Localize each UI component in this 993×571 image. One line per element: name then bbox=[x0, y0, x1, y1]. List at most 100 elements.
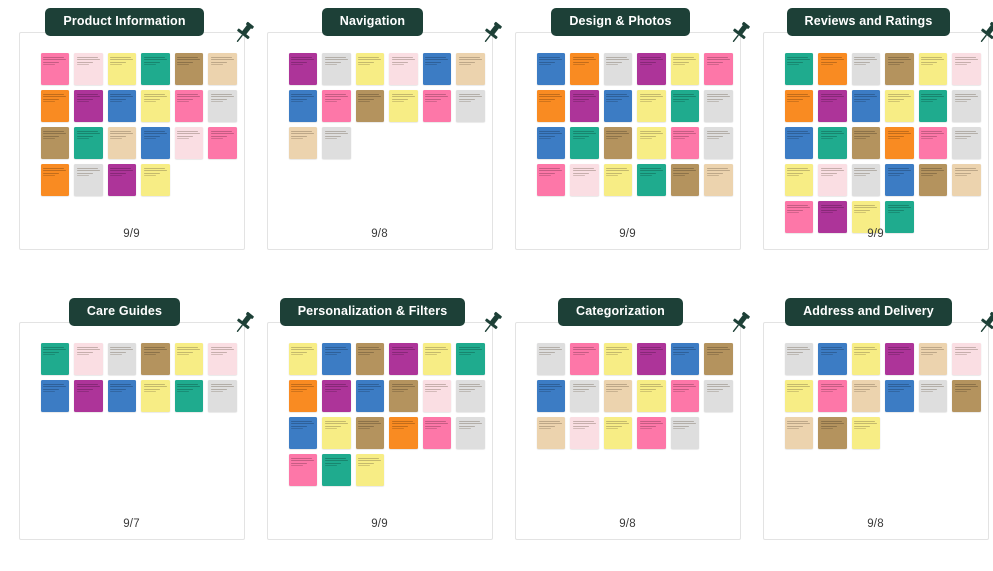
cluster-title-pill[interactable]: Design & Photos bbox=[551, 8, 690, 36]
sticky-note[interactable] bbox=[355, 53, 384, 85]
sticky-note[interactable] bbox=[885, 343, 914, 375]
sticky-note[interactable] bbox=[603, 343, 632, 375]
cluster-card[interactable]: 9/8 bbox=[762, 322, 989, 540]
sticky-note[interactable] bbox=[637, 343, 666, 375]
sticky-note[interactable] bbox=[570, 53, 599, 85]
sticky-note[interactable] bbox=[40, 90, 69, 122]
sticky-note[interactable] bbox=[637, 53, 666, 85]
sticky-note[interactable] bbox=[818, 127, 847, 159]
sticky-note[interactable] bbox=[389, 90, 418, 122]
sticky-note[interactable] bbox=[704, 380, 733, 412]
sticky-note[interactable] bbox=[603, 90, 632, 122]
sticky-note[interactable] bbox=[40, 53, 69, 85]
sticky-note[interactable] bbox=[174, 53, 203, 85]
sticky-note[interactable] bbox=[288, 454, 317, 486]
sticky-note[interactable] bbox=[818, 343, 847, 375]
sticky-note[interactable] bbox=[851, 343, 880, 375]
cluster-title-pill[interactable]: Categorization bbox=[558, 298, 683, 326]
cluster-card[interactable]: 9/9 bbox=[266, 322, 493, 540]
sticky-note[interactable] bbox=[355, 380, 384, 412]
sticky-note[interactable] bbox=[74, 53, 103, 85]
sticky-note[interactable] bbox=[40, 380, 69, 412]
cluster-title-pill[interactable]: Address and Delivery bbox=[785, 298, 952, 326]
cluster-card[interactable]: 9/9 bbox=[18, 32, 245, 250]
sticky-note[interactable] bbox=[603, 380, 632, 412]
sticky-note[interactable] bbox=[818, 53, 847, 85]
sticky-note[interactable] bbox=[603, 417, 632, 449]
sticky-note[interactable] bbox=[322, 343, 351, 375]
sticky-note[interactable] bbox=[851, 380, 880, 412]
sticky-note[interactable] bbox=[141, 380, 170, 412]
sticky-note[interactable] bbox=[355, 343, 384, 375]
sticky-note[interactable] bbox=[570, 380, 599, 412]
sticky-note[interactable] bbox=[784, 127, 813, 159]
sticky-note[interactable] bbox=[40, 127, 69, 159]
sticky-note[interactable] bbox=[355, 454, 384, 486]
cluster-title-pill[interactable]: Reviews and Ratings bbox=[786, 8, 951, 36]
sticky-note[interactable] bbox=[885, 90, 914, 122]
sticky-note[interactable] bbox=[784, 343, 813, 375]
sticky-note[interactable] bbox=[536, 380, 565, 412]
sticky-note[interactable] bbox=[456, 380, 485, 412]
sticky-note[interactable] bbox=[174, 343, 203, 375]
sticky-note[interactable] bbox=[208, 127, 237, 159]
sticky-note[interactable] bbox=[851, 164, 880, 196]
sticky-note[interactable] bbox=[885, 53, 914, 85]
sticky-note[interactable] bbox=[422, 343, 451, 375]
sticky-note[interactable] bbox=[952, 90, 981, 122]
cluster-title-pill[interactable]: Navigation bbox=[321, 8, 424, 36]
sticky-note[interactable] bbox=[704, 127, 733, 159]
sticky-note[interactable] bbox=[288, 417, 317, 449]
sticky-note[interactable] bbox=[322, 380, 351, 412]
sticky-note[interactable] bbox=[208, 380, 237, 412]
sticky-note[interactable] bbox=[784, 53, 813, 85]
sticky-note[interactable] bbox=[918, 164, 947, 196]
sticky-note[interactable] bbox=[952, 380, 981, 412]
sticky-note[interactable] bbox=[670, 417, 699, 449]
sticky-note[interactable] bbox=[355, 90, 384, 122]
sticky-note[interactable] bbox=[670, 343, 699, 375]
sticky-note[interactable] bbox=[818, 90, 847, 122]
sticky-note[interactable] bbox=[603, 127, 632, 159]
sticky-note[interactable] bbox=[670, 90, 699, 122]
sticky-note[interactable] bbox=[456, 343, 485, 375]
sticky-note[interactable] bbox=[818, 380, 847, 412]
sticky-note[interactable] bbox=[637, 90, 666, 122]
sticky-note[interactable] bbox=[952, 127, 981, 159]
sticky-note[interactable] bbox=[141, 53, 170, 85]
sticky-note[interactable] bbox=[456, 417, 485, 449]
sticky-note[interactable] bbox=[670, 380, 699, 412]
sticky-note[interactable] bbox=[918, 380, 947, 412]
sticky-note[interactable] bbox=[422, 417, 451, 449]
sticky-note[interactable] bbox=[570, 127, 599, 159]
sticky-note[interactable] bbox=[918, 127, 947, 159]
sticky-note[interactable] bbox=[288, 343, 317, 375]
sticky-note[interactable] bbox=[851, 53, 880, 85]
sticky-note[interactable] bbox=[141, 90, 170, 122]
cluster-title-pill[interactable]: Care Guides bbox=[68, 298, 181, 326]
sticky-note[interactable] bbox=[389, 53, 418, 85]
sticky-note[interactable] bbox=[107, 343, 136, 375]
cluster-card[interactable]: 9/9 bbox=[514, 32, 741, 250]
sticky-note[interactable] bbox=[570, 164, 599, 196]
sticky-note[interactable] bbox=[818, 164, 847, 196]
sticky-note[interactable] bbox=[784, 164, 813, 196]
sticky-note[interactable] bbox=[40, 343, 69, 375]
sticky-note[interactable] bbox=[107, 127, 136, 159]
sticky-note[interactable] bbox=[322, 90, 351, 122]
sticky-note[interactable] bbox=[885, 127, 914, 159]
sticky-note[interactable] bbox=[536, 53, 565, 85]
sticky-note[interactable] bbox=[40, 164, 69, 196]
sticky-note[interactable] bbox=[389, 380, 418, 412]
sticky-note[interactable] bbox=[536, 164, 565, 196]
sticky-note[interactable] bbox=[952, 164, 981, 196]
sticky-note[interactable] bbox=[389, 417, 418, 449]
sticky-note[interactable] bbox=[107, 90, 136, 122]
sticky-note[interactable] bbox=[141, 127, 170, 159]
sticky-note[interactable] bbox=[208, 53, 237, 85]
sticky-note[interactable] bbox=[603, 53, 632, 85]
sticky-note[interactable] bbox=[784, 380, 813, 412]
sticky-note[interactable] bbox=[851, 417, 880, 449]
sticky-note[interactable] bbox=[637, 380, 666, 412]
sticky-note[interactable] bbox=[885, 164, 914, 196]
